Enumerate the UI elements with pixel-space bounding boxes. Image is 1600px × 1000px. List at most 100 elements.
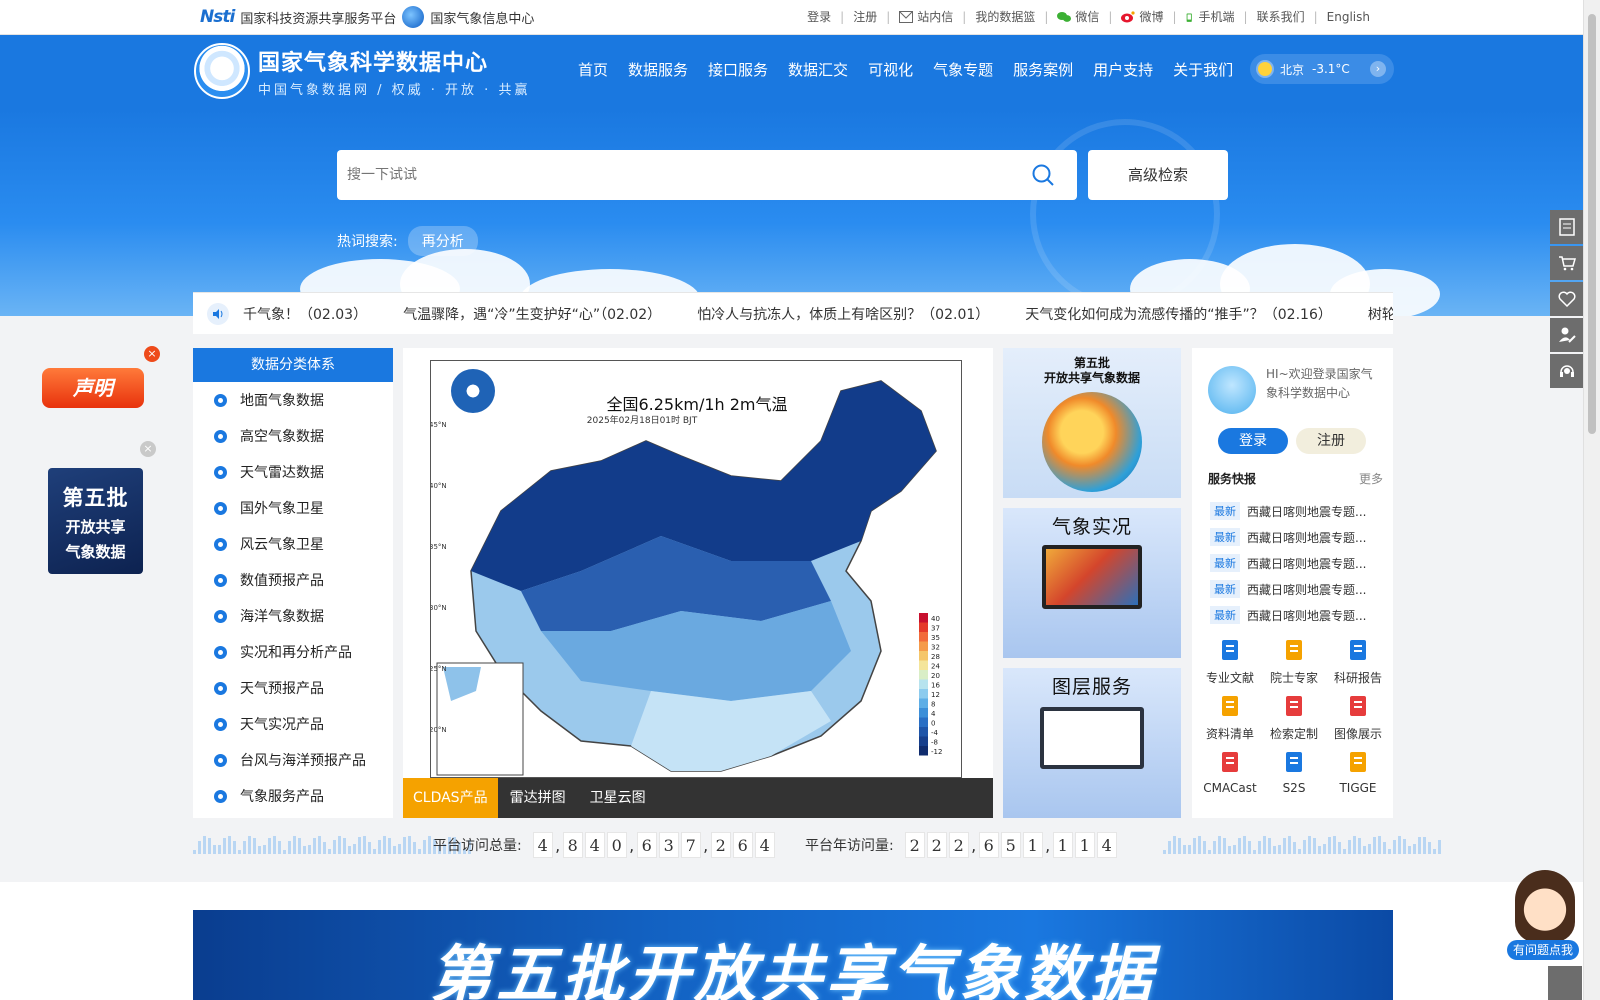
promo-fifth-batch-title: 第五批 开放共享气象数据: [1043, 356, 1140, 385]
counter-digit: 1: [1022, 832, 1043, 858]
map-tab[interactable]: 雷达拼图: [498, 778, 578, 818]
service-item[interactable]: 院士专家: [1262, 638, 1326, 686]
nav-data-service[interactable]: 数据服务: [628, 59, 688, 80]
fifth-batch-float[interactable]: 第五批 开放共享 气象数据: [48, 468, 143, 574]
news-item[interactable]: 最新 西藏日喀则地震专题...: [1210, 550, 1385, 576]
nav-support[interactable]: 用户支持: [1093, 59, 1153, 80]
close-icon[interactable]: ×: [144, 346, 160, 362]
cart-icon[interactable]: [1550, 246, 1584, 280]
news-more-link[interactable]: 更多: [1359, 470, 1383, 487]
nav-data-submit[interactable]: 数据汇交: [788, 59, 848, 80]
back-to-top-icon[interactable]: [1548, 966, 1582, 1000]
service-item[interactable]: S2S: [1262, 750, 1326, 795]
mobile-link[interactable]: 手机端: [1199, 8, 1235, 25]
service-item[interactable]: 图像展示: [1326, 694, 1390, 742]
chevron-right-icon[interactable]: ›: [1370, 61, 1386, 77]
nav-home[interactable]: 首页: [578, 59, 608, 80]
help-assistant[interactable]: 有问题点我: [1507, 870, 1579, 962]
nav-visualization[interactable]: 可视化: [868, 59, 913, 80]
category-item[interactable]: 天气预报产品: [193, 670, 393, 706]
user-edit-icon[interactable]: [1550, 318, 1584, 352]
category-item[interactable]: 风云气象卫星: [193, 526, 393, 562]
promo-weather-live[interactable]: 气象实况: [1003, 508, 1181, 658]
nav-api-service[interactable]: 接口服务: [708, 59, 768, 80]
category-item[interactable]: 天气实况产品: [193, 706, 393, 742]
ticker-item[interactable]: 怕冷人与抗冻人，体质上有啥区别？（02.01）: [697, 304, 989, 324]
news-item[interactable]: 最新 西藏日喀则地震专题...: [1210, 524, 1385, 550]
advanced-search-button[interactable]: 高级检索: [1088, 150, 1228, 200]
nsti-logo[interactable]: Nsti: [200, 7, 235, 27]
news-item[interactable]: 最新 西藏日喀则地震专题...: [1210, 498, 1385, 524]
english-link[interactable]: English: [1327, 10, 1370, 24]
counter-digit: 2: [926, 832, 947, 858]
promo-layer-service[interactable]: 图层服务: [1003, 668, 1181, 818]
service-item[interactable]: TIGGE: [1326, 750, 1390, 795]
search-input[interactable]: [337, 150, 977, 200]
close-icon[interactable]: ×: [140, 441, 156, 457]
legend-tick: 4: [931, 710, 936, 718]
news-item[interactable]: 最新 西藏日喀则地震专题...: [1210, 602, 1385, 628]
map-tab[interactable]: CLDAS产品: [403, 778, 498, 818]
news-text: 西藏日喀则地震专题...: [1247, 530, 1367, 545]
platform1-link[interactable]: 国家科技资源共享服务平台: [240, 8, 396, 27]
counter-digit: 4: [754, 832, 775, 858]
category-item[interactable]: 高空气象数据: [193, 418, 393, 454]
category-item[interactable]: 数值预报产品: [193, 562, 393, 598]
side-toolbar: [1550, 210, 1584, 390]
legend-swatch: [919, 717, 928, 727]
category-item[interactable]: 台风与海洋预报产品: [193, 742, 393, 778]
news-item[interactable]: 最新 西藏日喀则地震专题...: [1210, 576, 1385, 602]
monitor-icon: [1040, 707, 1144, 769]
hot-tag[interactable]: 再分析: [407, 226, 478, 256]
speaker-icon: [207, 302, 229, 325]
headset-icon[interactable]: [1550, 354, 1584, 388]
category-item[interactable]: 气象服务产品: [193, 778, 393, 814]
ticker-item[interactable]: 天气变化如何成为流感传播的“推手”？（02.16）: [1025, 304, 1332, 324]
category-item[interactable]: 地面气象数据: [193, 382, 393, 418]
search-icon[interactable]: [1031, 163, 1055, 187]
category-item[interactable]: 天气雷达数据: [193, 454, 393, 490]
map-tab[interactable]: 卫星云图: [578, 778, 658, 818]
vertical-scrollbar[interactable]: [1583, 0, 1600, 1000]
category-item[interactable]: 实况和再分析产品: [193, 634, 393, 670]
inbox-link[interactable]: 站内信: [917, 8, 953, 25]
legend-tick: 20: [931, 672, 940, 680]
platform2-link[interactable]: 国家气象信息中心: [430, 8, 534, 27]
ticker-item[interactable]: 气温骤降，遇“冷”生变护好“心”（02.02）: [403, 304, 661, 324]
wechat-link[interactable]: 微信: [1075, 8, 1099, 25]
new-badge: 最新: [1210, 502, 1240, 520]
brand[interactable]: 国家气象科学数据中心 中国气象数据网 / 权威 · 开放 · 共赢: [194, 43, 530, 99]
counter-digit: 6: [732, 832, 753, 858]
ticker-items: 千气象！（02.03） 气温骤降，遇“冷”生变护好“心”（02.02） 怕冷人与抗冻…: [243, 304, 1393, 324]
globe-icon: [402, 6, 425, 28]
fifth-batch-banner[interactable]: 第五批开放共享气象数据: [193, 910, 1393, 1000]
temperature-map[interactable]: 全国6.25km/1h 2m气温 2025年02月18日01时 BJT 45°N…: [430, 360, 962, 778]
login-button[interactable]: 登录: [1218, 428, 1288, 454]
nav-topics[interactable]: 气象专题: [933, 59, 993, 80]
weibo-link[interactable]: 微博: [1139, 8, 1163, 25]
promo-fifth-batch[interactable]: 第五批 开放共享气象数据: [1003, 348, 1181, 498]
service-item[interactable]: 检索定制: [1262, 694, 1326, 742]
nav-cases[interactable]: 服务案例: [1013, 59, 1073, 80]
category-item[interactable]: 国外气象卫星: [193, 490, 393, 526]
category-item[interactable]: 海洋气象数据: [193, 598, 393, 634]
service-item[interactable]: 资料清单: [1198, 694, 1262, 742]
register-link[interactable]: 注册: [853, 8, 877, 25]
register-button[interactable]: 注册: [1296, 428, 1366, 454]
service-item[interactable]: 专业文献: [1198, 638, 1262, 686]
service-item[interactable]: CMACast: [1198, 750, 1262, 795]
document-icon[interactable]: [1550, 210, 1584, 244]
nav-about[interactable]: 关于我们: [1173, 59, 1233, 80]
data-basket-link[interactable]: 我的数据篮: [975, 8, 1035, 25]
statement-badge[interactable]: 声明: [42, 368, 144, 408]
service-item[interactable]: 科研报告: [1326, 638, 1390, 686]
ticker-item[interactable]: 千气象！（02.03）: [243, 304, 367, 324]
news-title: 服务快报: [1208, 472, 1257, 486]
heart-icon[interactable]: [1550, 282, 1584, 316]
weather-widget[interactable]: 北京 -3.1°C ›: [1250, 54, 1394, 84]
counter-digit: 6: [978, 832, 999, 858]
contact-link[interactable]: 联系我们: [1257, 8, 1305, 25]
login-link[interactable]: 登录: [807, 8, 831, 25]
service-label: 检索定制: [1269, 727, 1318, 741]
ticker-item[interactable]: 树轮中的: [1368, 304, 1393, 324]
